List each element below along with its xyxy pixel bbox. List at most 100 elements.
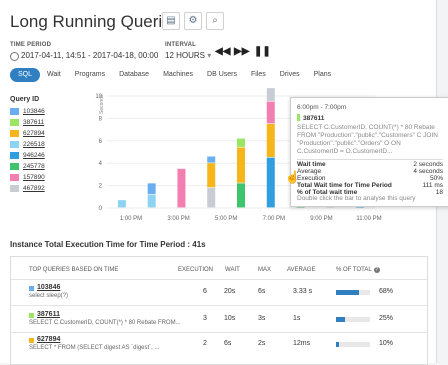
tab-sql[interactable]: SQL — [10, 68, 41, 82]
tab-files[interactable]: Files — [244, 68, 273, 82]
tooltip-divider — [297, 159, 443, 160]
x-tick-label: 1:00 PM — [120, 216, 142, 222]
wait-value: 6s — [224, 340, 232, 347]
interval-select[interactable]: 12 HOURS ▾ — [165, 51, 211, 60]
query-id-link[interactable]: 226518 — [23, 141, 45, 148]
tab-machines[interactable]: Machines — [156, 68, 200, 82]
bar-segment[interactable] — [237, 183, 245, 208]
info-icon[interactable]: ? — [373, 267, 380, 273]
header-query: TOP QUERIES BASED ON TIME — [29, 267, 119, 273]
query-id-link[interactable]: 946246 — [23, 152, 45, 159]
tab-plans[interactable]: Plans — [307, 68, 339, 82]
bar-segment[interactable] — [207, 163, 216, 188]
query-tooltip: 6:00pm - 7:00pm 387611 SELECT C.Customer… — [290, 97, 448, 207]
pause-icon[interactable]: ❚❚ — [254, 46, 271, 57]
wait-value: 20s — [224, 288, 236, 295]
time-period-label: TIME PERIOD — [10, 42, 52, 48]
tab-wait[interactable]: Wait — [40, 68, 68, 82]
query-legend-item[interactable]: 226518 — [10, 139, 45, 150]
query-color-swatch — [10, 174, 19, 181]
query-color-swatch — [29, 313, 34, 318]
query-color-swatch — [10, 163, 19, 170]
bar-segment[interactable] — [266, 124, 275, 157]
bar-segment[interactable] — [237, 138, 245, 147]
tooltip-color-swatch — [297, 114, 300, 121]
query-color-swatch — [10, 185, 19, 192]
header-average[interactable]: AVERAGE — [287, 267, 316, 273]
section-title: Instance Total Execution Time for Time P… — [10, 240, 206, 249]
pct-bar — [336, 317, 370, 322]
tooltip-sql: SELECT C.CustomerID, COUNT(*) * 80 Rebat… — [297, 124, 438, 155]
forward-icon[interactable]: ▶▶ — [234, 46, 249, 57]
average-value: 3.33 s — [293, 288, 313, 295]
max-value: 2s — [258, 340, 266, 347]
query-color-swatch — [10, 108, 19, 115]
pct-bar — [336, 342, 370, 347]
query-legend-item[interactable]: 387611 — [10, 117, 45, 128]
page-title: Long Running Queries — [10, 12, 181, 31]
tab-database[interactable]: Database — [112, 68, 156, 82]
y-tick-label: 0 — [99, 206, 103, 212]
y-tick-label: 6 — [99, 139, 103, 145]
wait-value: 10s — [224, 315, 236, 322]
query-id-link[interactable]: 627894 — [37, 336, 60, 343]
query-color-swatch — [10, 152, 19, 159]
bar-segment[interactable] — [147, 183, 156, 194]
header-max[interactable]: MAX — [258, 267, 271, 273]
header-execution[interactable]: EXECUTION — [178, 267, 213, 273]
tab-db-users[interactable]: DB Users — [200, 68, 244, 82]
bar-segment[interactable] — [266, 157, 275, 208]
bar-segment[interactable] — [177, 168, 186, 208]
settings-icon[interactable]: ⚙ — [184, 12, 202, 30]
query-sql-preview: select sleep(?) — [29, 293, 69, 299]
tooltip-hint: Double click the bar to analyse this que… — [297, 195, 416, 202]
query-legend-item[interactable]: 245778 — [10, 161, 45, 172]
pct-value: 68% — [379, 288, 394, 295]
x-tick-label: 3:00 PM — [167, 216, 189, 222]
query-legend-item[interactable]: 103846 — [10, 106, 45, 117]
bar-segment[interactable] — [207, 156, 216, 163]
query-id-link[interactable]: 157890 — [23, 174, 45, 181]
query-id-link[interactable]: 245778 — [23, 163, 45, 170]
bar-segment[interactable] — [266, 101, 275, 124]
tab-drives[interactable]: Drives — [273, 68, 307, 82]
query-id-link[interactable]: 387611 — [23, 119, 44, 126]
x-tick-label: 5:00 PM — [215, 216, 237, 222]
query-legend-item[interactable]: 467892 — [10, 183, 45, 194]
query-legend-item[interactable]: 946246 — [10, 150, 45, 161]
query-list: 103846 387611 627894 226518 946246 245778 1578… — [10, 106, 45, 194]
divider — [11, 279, 427, 280]
rewind-icon[interactable]: ◀◀ — [215, 46, 230, 57]
divider — [11, 305, 427, 306]
query-id-link[interactable]: 627894 — [23, 130, 45, 137]
interval-value: 12 HOURS — [165, 51, 206, 60]
query-color-swatch — [10, 119, 19, 126]
query-id-link[interactable]: 467892 — [23, 185, 45, 192]
bar-segment[interactable] — [117, 200, 126, 208]
pct-bar-fill — [336, 342, 340, 347]
tab-programs[interactable]: Programs — [68, 68, 112, 82]
query-legend-item[interactable]: 627894 — [10, 128, 45, 139]
query-id-link[interactable]: 387611 — [37, 311, 60, 318]
execution-count: 3 — [203, 315, 207, 322]
search-icon[interactable]: ⌕ — [206, 12, 224, 30]
tab-bar: SQL Wait Programs Database Machines DB Users F… — [10, 68, 338, 82]
tooltip-query-id: 387611 — [297, 114, 324, 122]
bar-segment[interactable] — [237, 147, 245, 183]
query-sql-preview: SELECT * FROM (SELECT digest AS `digest`… — [29, 345, 160, 351]
tooltip-query-id-value: 387611 — [303, 115, 325, 122]
y-axis-label: Seconds — [99, 94, 105, 114]
time-period-value[interactable]: 2017-04-11, 14:51 - 2017-04-18, 00:00 — [21, 51, 158, 60]
bar-segment[interactable] — [147, 194, 156, 208]
header-wait[interactable]: WAIT — [225, 267, 240, 273]
header-pct-total[interactable]: % OF TOTAL? — [336, 267, 380, 273]
bar-segment[interactable] — [207, 187, 216, 208]
chevron-down-icon: ▾ — [207, 51, 212, 60]
query-id-link[interactable]: 103846 — [37, 284, 60, 291]
top-queries-table: TOP QUERIES BASED ON TIME EXECUTION WAIT… — [10, 256, 428, 365]
pct-bar — [336, 290, 370, 295]
query-legend-item[interactable]: 157890 — [10, 172, 45, 183]
bar-segment[interactable] — [266, 88, 275, 101]
query-id-link[interactable]: 103846 — [23, 108, 45, 115]
export-icon[interactable]: ▤ — [162, 12, 180, 30]
